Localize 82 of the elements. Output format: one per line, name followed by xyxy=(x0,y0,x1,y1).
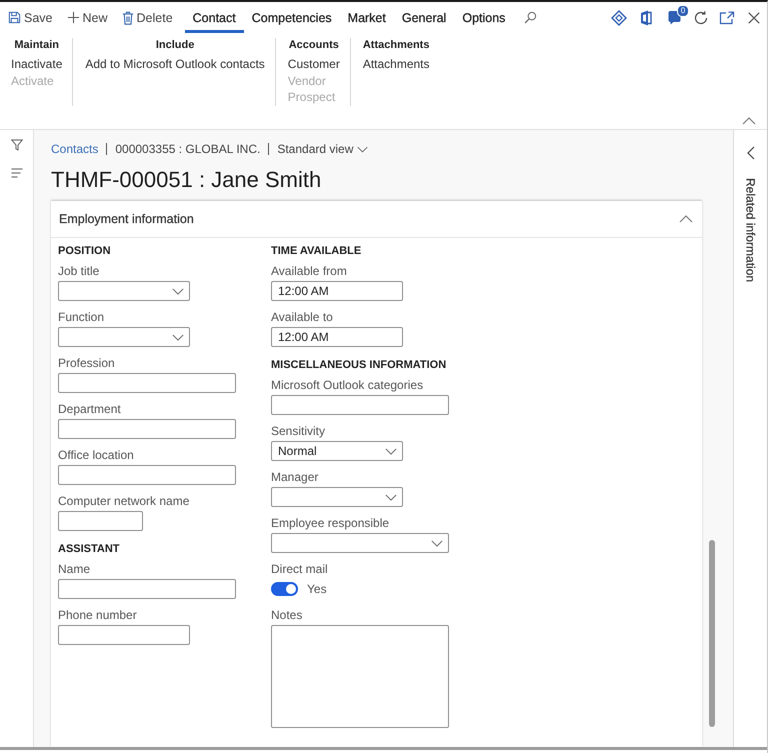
field-label: Available from xyxy=(271,263,348,279)
dropdown-field[interactable]: Normal xyxy=(271,441,403,461)
toggle-switch[interactable] xyxy=(271,582,298,596)
field-label: Office location xyxy=(58,447,135,463)
ribbon-group-title: Maintain xyxy=(14,38,59,52)
popout-icon[interactable] xyxy=(719,10,735,24)
chevron-down-icon xyxy=(172,334,184,340)
menu-tab[interactable]: Contact xyxy=(184,2,244,33)
field-label: Computer network name xyxy=(58,493,190,509)
save-button[interactable]: Save xyxy=(6,6,58,30)
text-field[interactable] xyxy=(58,465,236,485)
group-heading: POSITION xyxy=(58,244,112,259)
ribbon-group-title: Accounts xyxy=(288,38,339,52)
new-button[interactable]: New xyxy=(64,6,114,30)
menu-tab[interactable]: Competencies xyxy=(244,2,340,33)
dropdown-field[interactable] xyxy=(271,487,403,507)
text-field[interactable] xyxy=(58,625,190,645)
field-label: Direct mail xyxy=(271,561,329,577)
field-label: Job title xyxy=(58,263,100,279)
delete-button[interactable]: Delete xyxy=(120,6,179,30)
close-icon[interactable] xyxy=(748,12,760,24)
chevron-down-icon xyxy=(172,288,184,294)
delete-icon xyxy=(122,10,134,24)
filter-icon[interactable] xyxy=(10,139,22,151)
ribbon-command[interactable]: Customer xyxy=(288,56,340,72)
ribbon-command[interactable]: Inactivate xyxy=(11,56,62,72)
plus-icon xyxy=(66,11,80,24)
group-heading: ASSISTANT xyxy=(58,542,121,557)
chevron-left-icon[interactable] xyxy=(746,146,754,160)
search-icon[interactable] xyxy=(524,11,538,24)
dropdown-field[interactable] xyxy=(271,533,449,553)
list-icon[interactable] xyxy=(10,168,22,178)
text-field[interactable]: 12:00 AM xyxy=(271,281,403,301)
section-header[interactable]: Employment information xyxy=(51,201,702,238)
field-label: Department xyxy=(58,401,122,417)
text-field[interactable] xyxy=(58,419,236,439)
menu-tab[interactable]: Market xyxy=(340,2,394,33)
chat-bubble-icon[interactable] xyxy=(668,10,681,25)
text-field[interactable] xyxy=(58,373,236,393)
chevron-down-icon xyxy=(385,448,397,454)
text-field[interactable]: 12:00 AM xyxy=(271,327,403,347)
field-label: Employee responsible xyxy=(271,515,390,531)
field-label: Notes xyxy=(271,607,304,623)
breadcrumb-record: 000003355 : GLOBAL INC. xyxy=(115,141,260,157)
ribbon-group-title: Include xyxy=(156,38,194,52)
menu-tab[interactable]: General xyxy=(394,2,454,33)
breadcrumb-link[interactable]: Contacts xyxy=(51,141,98,157)
chevron-down-icon xyxy=(385,494,397,500)
field-label: Available to xyxy=(271,309,334,325)
group-heading: MISCELLANEOUS INFORMATION xyxy=(271,358,448,373)
dropdown-field[interactable] xyxy=(58,327,190,347)
menu-tab[interactable]: Options xyxy=(454,2,514,33)
field-label: Name xyxy=(58,561,92,577)
chevron-up-icon xyxy=(679,215,693,223)
view-selector[interactable]: Standard view xyxy=(277,142,368,156)
chevron-down-icon xyxy=(357,146,368,152)
save-icon xyxy=(8,11,21,24)
field-label: Manager xyxy=(271,469,320,485)
text-field[interactable] xyxy=(58,579,236,599)
chevron-up-icon[interactable] xyxy=(742,117,756,125)
toggle-value: Yes xyxy=(307,582,327,596)
ribbon-group-title: Attachments xyxy=(362,38,430,52)
door-icon[interactable] xyxy=(640,10,652,26)
refresh-icon[interactable] xyxy=(692,10,708,26)
ribbon-command[interactable]: Add to Microsoft Outlook contacts xyxy=(85,56,265,72)
field-label: Profession xyxy=(58,355,116,371)
record-title: THMF-000051 : Jane Smith xyxy=(51,166,322,194)
field-label: Microsoft Outlook categories xyxy=(271,377,424,393)
field-label: Function xyxy=(58,309,106,325)
notes-field[interactable] xyxy=(271,625,449,728)
field-label: Phone number xyxy=(58,607,138,623)
ribbon-command[interactable]: Attachments xyxy=(362,56,430,72)
pane-title[interactable]: Related information xyxy=(744,178,758,282)
notification-badge: 0 xyxy=(677,5,689,17)
diamond-icon[interactable] xyxy=(611,10,627,26)
field-label: Sensitivity xyxy=(271,423,326,439)
group-heading: TIME AVAILABLE xyxy=(271,244,362,259)
scrollbar-thumb[interactable] xyxy=(709,540,715,727)
dropdown-field[interactable] xyxy=(58,281,190,301)
chevron-down-icon xyxy=(431,540,443,546)
text-field[interactable] xyxy=(58,511,143,531)
text-field[interactable] xyxy=(271,395,449,415)
